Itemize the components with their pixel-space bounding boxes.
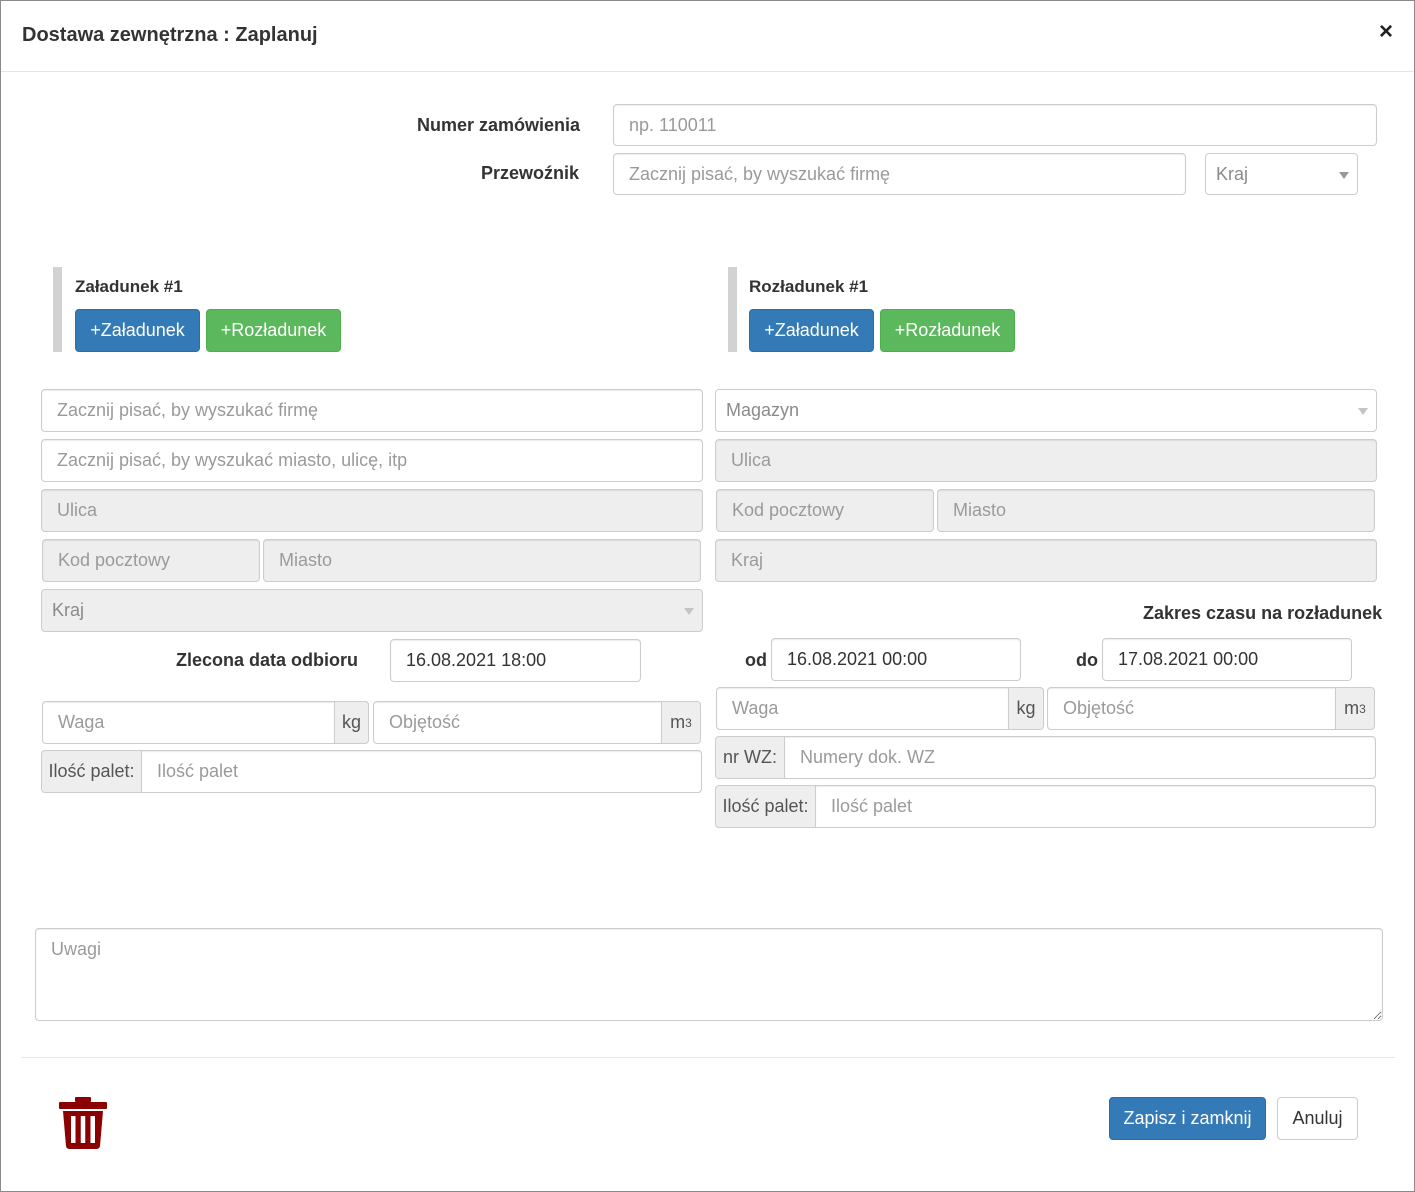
unloading-postcode-field	[716, 489, 934, 532]
carrier-search-input[interactable]	[613, 153, 1186, 195]
unloading-street-field	[715, 439, 1377, 482]
carrier-country-select-value: Kraj	[1216, 163, 1249, 184]
unloading-from-label: od	[745, 650, 767, 670]
unloading-add-loading-button[interactable]: +Załadunek	[749, 309, 874, 352]
pickup-date-input[interactable]	[390, 639, 641, 682]
chevron-down-icon	[1358, 408, 1368, 415]
unloading-to-input[interactable]	[1102, 638, 1352, 681]
unloading-volume-unit: m3	[1335, 687, 1375, 730]
carrier-label: Przewoźnik	[481, 163, 580, 183]
unloading-country-field	[715, 539, 1377, 582]
loading-volume-unit-base: m	[670, 712, 686, 732]
loading-add-loading-button[interactable]: +Załadunek	[75, 309, 200, 352]
loading-weight-input[interactable]	[42, 701, 335, 744]
unloading-wz-input[interactable]	[784, 736, 1376, 779]
loading-section-bar	[53, 267, 62, 352]
order-number-input[interactable]	[613, 104, 1377, 146]
loading-pallets-input[interactable]	[141, 750, 702, 793]
cancel-button[interactable]: Anuluj	[1277, 1097, 1358, 1140]
unloading-volume-unit-exp: 3	[1359, 701, 1366, 716]
unloading-to-label: do	[1076, 650, 1098, 670]
order-number-label: Numer zamówienia	[417, 115, 581, 135]
loading-company-input[interactable]	[41, 389, 703, 432]
unloading-section-bar	[728, 267, 737, 352]
unloading-pallets-input[interactable]	[815, 785, 1376, 828]
unloading-volume-input[interactable]	[1047, 687, 1336, 730]
loading-volume-input[interactable]	[373, 701, 662, 744]
unloading-heading: Rozładunek #1	[749, 277, 869, 296]
loading-heading: Załadunek #1	[75, 277, 183, 296]
save-and-close-button[interactable]: Zapisz i zamknij	[1109, 1097, 1266, 1140]
loading-address-input[interactable]	[41, 439, 703, 482]
unloading-weight-input[interactable]	[716, 687, 1009, 730]
trash-icon[interactable]	[59, 1097, 107, 1149]
loading-country-select-value: Kraj	[52, 600, 85, 620]
loading-postcode-field	[42, 539, 260, 582]
unloading-add-unloading-button[interactable]: +Rozładunek	[880, 309, 1015, 352]
chevron-down-icon	[684, 608, 694, 615]
unloading-warehouse-select[interactable]: Magazyn	[715, 389, 1377, 432]
unloading-warehouse-select-value: Magazyn	[726, 400, 800, 420]
unloading-wz-label: nr WZ:	[715, 736, 785, 779]
unloading-weight-unit: kg	[1008, 687, 1044, 730]
unloading-volume-unit-base: m	[1344, 698, 1360, 718]
close-icon[interactable]: ×	[1379, 20, 1393, 44]
chevron-down-icon	[1339, 172, 1349, 179]
loading-add-unloading-button[interactable]: +Rozładunek	[206, 309, 341, 352]
unloading-from-input[interactable]	[771, 638, 1021, 681]
carrier-country-select[interactable]: Kraj	[1205, 153, 1358, 195]
modal-dialog: Dostawa zewnętrzna : Zaplanuj × Numer za…	[0, 0, 1415, 1192]
loading-weight-unit: kg	[334, 701, 369, 744]
loading-city-field	[263, 539, 701, 582]
loading-volume-unit: m3	[661, 701, 701, 744]
loading-pallets-label: Ilość palet:	[41, 750, 142, 793]
pickup-date-label: Zlecona data odbioru	[176, 650, 359, 670]
modal-title: Dostawa zewnętrzna : Zaplanuj	[22, 24, 318, 46]
footer-divider	[22, 1057, 1395, 1058]
trash-icon-graphic	[59, 1097, 107, 1149]
loading-volume-unit-exp: 3	[685, 715, 692, 730]
unloading-pallets-label: Ilość palet:	[715, 785, 816, 828]
modal-header: Dostawa zewnętrzna : Zaplanuj ×	[1, 1, 1414, 72]
loading-country-select: Kraj	[41, 589, 703, 632]
unloading-city-field	[937, 489, 1375, 532]
notes-textarea[interactable]	[35, 928, 1383, 1021]
unloading-time-range-label: Zakres czasu na rozładunek	[1143, 603, 1383, 623]
loading-street-field	[41, 489, 703, 532]
